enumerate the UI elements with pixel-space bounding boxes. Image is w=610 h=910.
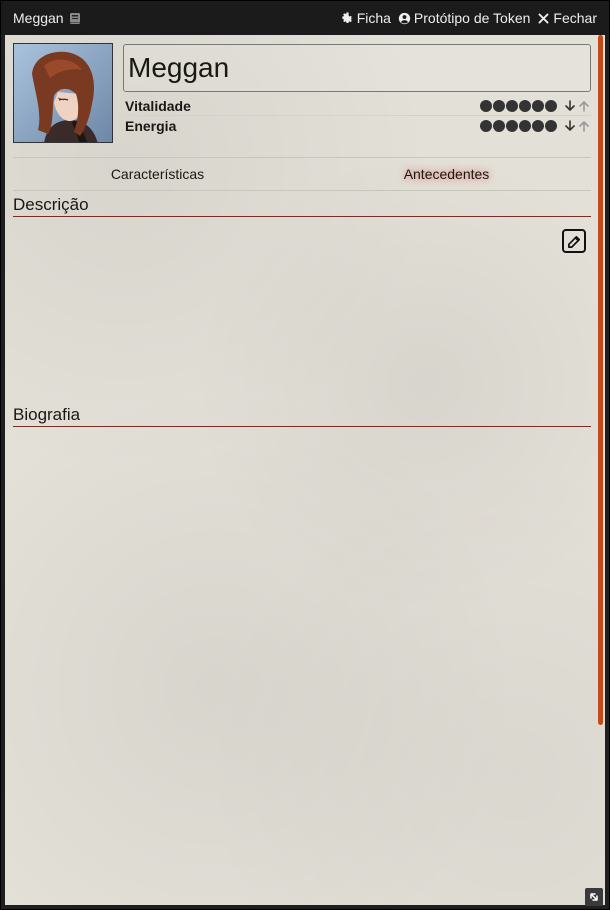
window-title: Meggan [13,10,64,26]
book-icon[interactable] [69,12,81,25]
stat-label-energy: Energia [125,117,177,134]
close-label: Fechar [553,10,597,26]
window-titlebar[interactable]: Meggan Ficha Protótipo de Token Fechar [1,1,609,35]
edit-description-button[interactable] [562,229,586,253]
vitality-dot[interactable] [519,100,531,112]
vitality-dot[interactable] [532,100,544,112]
energy-dots[interactable] [480,119,557,132]
vitality-dots[interactable] [480,100,557,112]
energy-dot[interactable] [519,119,531,132]
stat-row-energy: Energia [125,116,591,135]
vitality-dot[interactable] [480,100,492,112]
edit-icon [567,235,580,248]
stat-label-vitality: Vitalidade [125,98,191,114]
tab-background[interactable]: Antecedentes [302,166,591,182]
description-heading: Descrição [13,195,591,217]
arrow-down-icon[interactable] [563,99,577,113]
sheet-body: Meggan Vitalidade Energia Característica… [5,35,605,905]
energy-dot[interactable] [506,119,518,132]
sheet-tabs: Características Antecedentes [13,157,591,191]
vitality-dot[interactable] [493,100,505,112]
vitality-dot[interactable] [545,100,557,112]
energy-dot[interactable] [532,119,544,132]
character-name-field[interactable]: Meggan [123,44,591,92]
character-sheet-window: Meggan Ficha Protótipo de Token Fechar M… [0,0,610,910]
biography-heading: Biografia [13,405,591,427]
gear-icon [341,11,353,23]
portrait-image [14,44,112,142]
sheet-config-button[interactable]: Ficha [341,10,391,26]
vertical-scrollbar[interactable] [598,35,603,725]
resize-icon [590,893,598,901]
energy-dot[interactable] [480,119,492,132]
close-icon [538,13,549,23]
token-prototype-label: Protótipo de Token [413,10,531,26]
sheet-config-label: Ficha [356,10,391,26]
character-portrait[interactable] [13,43,113,143]
resize-handle[interactable] [585,888,603,906]
window-title-group: Meggan [13,10,334,26]
arrow-up-icon[interactable] [577,99,591,113]
arrow-down-icon[interactable] [563,119,577,133]
energy-dot[interactable] [493,119,505,132]
close-button[interactable]: Fechar [537,10,597,26]
token-prototype-button[interactable]: Protótipo de Token [398,10,531,26]
arrow-up-icon[interactable] [577,119,591,133]
stat-row-vitality: Vitalidade [125,97,591,116]
tab-characteristics[interactable]: Características [13,166,302,182]
user-circle-icon [398,12,411,24]
energy-dot[interactable] [545,119,557,132]
vitality-dot[interactable] [506,100,518,112]
